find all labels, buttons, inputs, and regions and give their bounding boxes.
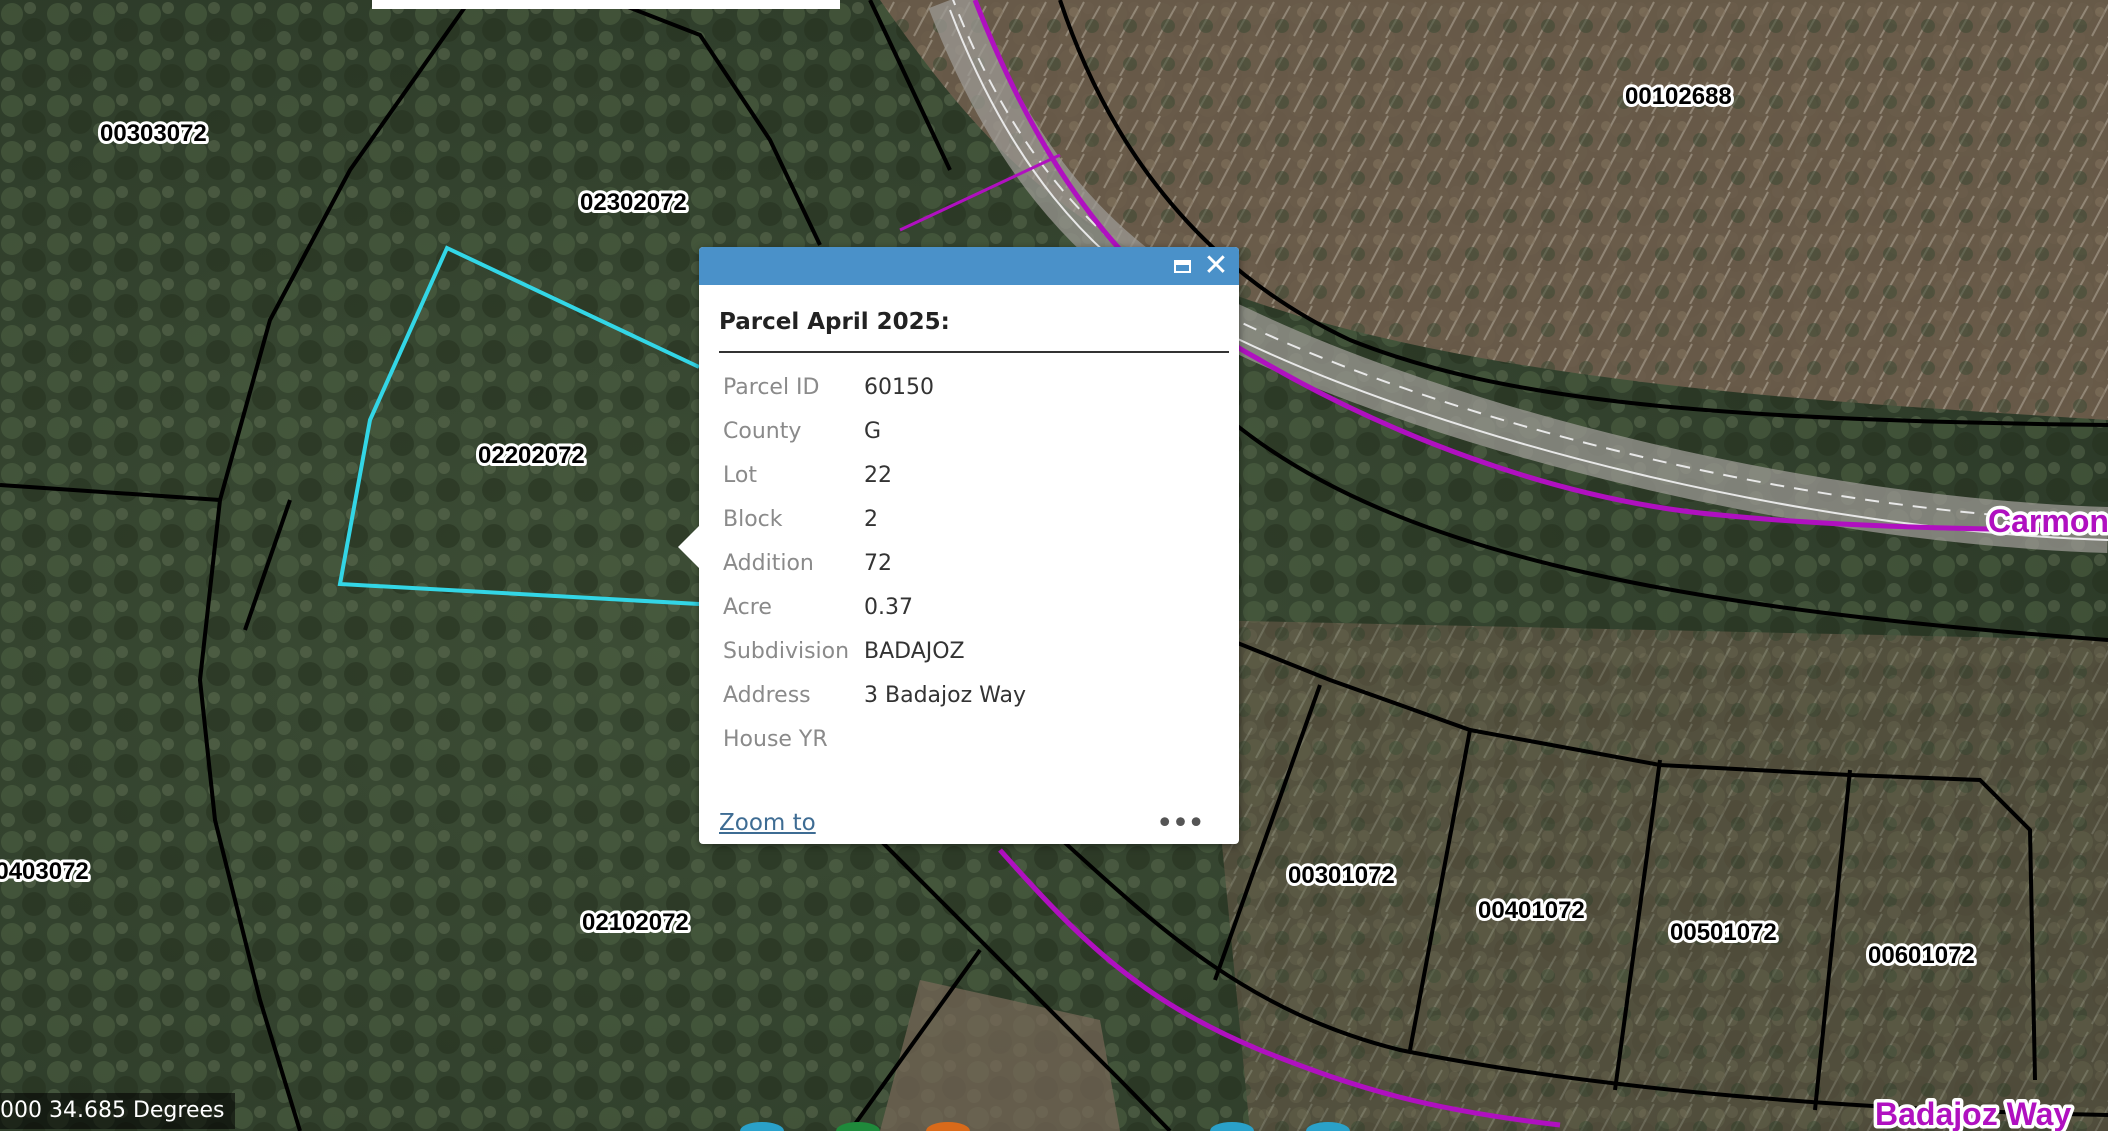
attribute-value: 22 <box>864 462 892 488</box>
parcel-label: 00403072 <box>0 858 89 885</box>
more-options-icon[interactable]: ••• <box>1156 809 1205 839</box>
attribute-value: BADAJOZ <box>864 638 965 664</box>
attribute-value: 72 <box>864 550 892 576</box>
parcel-label: 00301072 <box>1288 862 1395 889</box>
attribute-value: 60150 <box>864 374 934 400</box>
maximize-icon[interactable] <box>1167 247 1197 285</box>
parcel-label: 02102072 <box>582 909 689 936</box>
attribute-label: County <box>723 418 802 444</box>
popup-divider <box>719 351 1229 353</box>
attribute-value: 2 <box>864 506 878 532</box>
attribute-table: Parcel ID 60150 County G Lot 22 Block 2 … <box>723 365 1026 761</box>
road-label: Carmon <box>1988 503 2108 539</box>
attribute-label: Lot <box>723 462 757 488</box>
attribute-row: House YR <box>723 717 1026 761</box>
attribute-row: County G <box>723 409 1026 453</box>
popup-title: Parcel April 2025: <box>719 309 950 335</box>
attribute-label: Address <box>723 682 811 708</box>
parcel-label: 02302072 <box>580 189 687 216</box>
attribute-label: Block <box>723 506 783 532</box>
attribute-label: Parcel ID <box>723 374 820 400</box>
parcel-label: 00501072 <box>1670 919 1777 946</box>
attribute-row: Block 2 <box>723 497 1026 541</box>
attribute-row: Addition 72 <box>723 541 1026 585</box>
attribute-value: G <box>864 418 882 444</box>
attribute-value: 0.37 <box>864 594 913 620</box>
attribute-row: Acre 0.37 <box>723 585 1026 629</box>
parcel-label: 00401072 <box>1478 897 1585 924</box>
attribute-label: Subdivision <box>723 638 850 664</box>
parcel-popup: ✕ Parcel April 2025: Parcel ID 60150 Cou… <box>678 247 1239 844</box>
attribute-label: House YR <box>723 726 828 752</box>
parcel-label: 00303072 <box>100 120 207 147</box>
close-icon[interactable]: ✕ <box>1201 247 1231 285</box>
attribute-row: Subdivision BADAJOZ <box>723 629 1026 673</box>
attribute-row: Lot 22 <box>723 453 1026 497</box>
top-panel-edge <box>372 0 840 9</box>
zoom-to-link[interactable]: Zoom to <box>719 810 816 836</box>
road-label: Badajoz Way <box>1875 1096 2071 1131</box>
attribute-value: 3 Badajoz Way <box>864 682 1026 708</box>
parcel-label: 02202072 <box>478 442 585 469</box>
coordinate-readout: 000 34.685 Degrees <box>0 1093 235 1129</box>
attribute-label: Acre <box>723 594 772 620</box>
attribute-row: Parcel ID 60150 <box>723 365 1026 409</box>
popup-pointer <box>678 525 700 569</box>
attribute-row: Address 3 Badajoz Way <box>723 673 1026 717</box>
parcel-label: 00102688 <box>1625 83 1732 110</box>
popup-header: ✕ <box>699 247 1239 285</box>
parcel-label: 00601072 <box>1868 942 1975 969</box>
attribute-label: Addition <box>723 550 814 576</box>
